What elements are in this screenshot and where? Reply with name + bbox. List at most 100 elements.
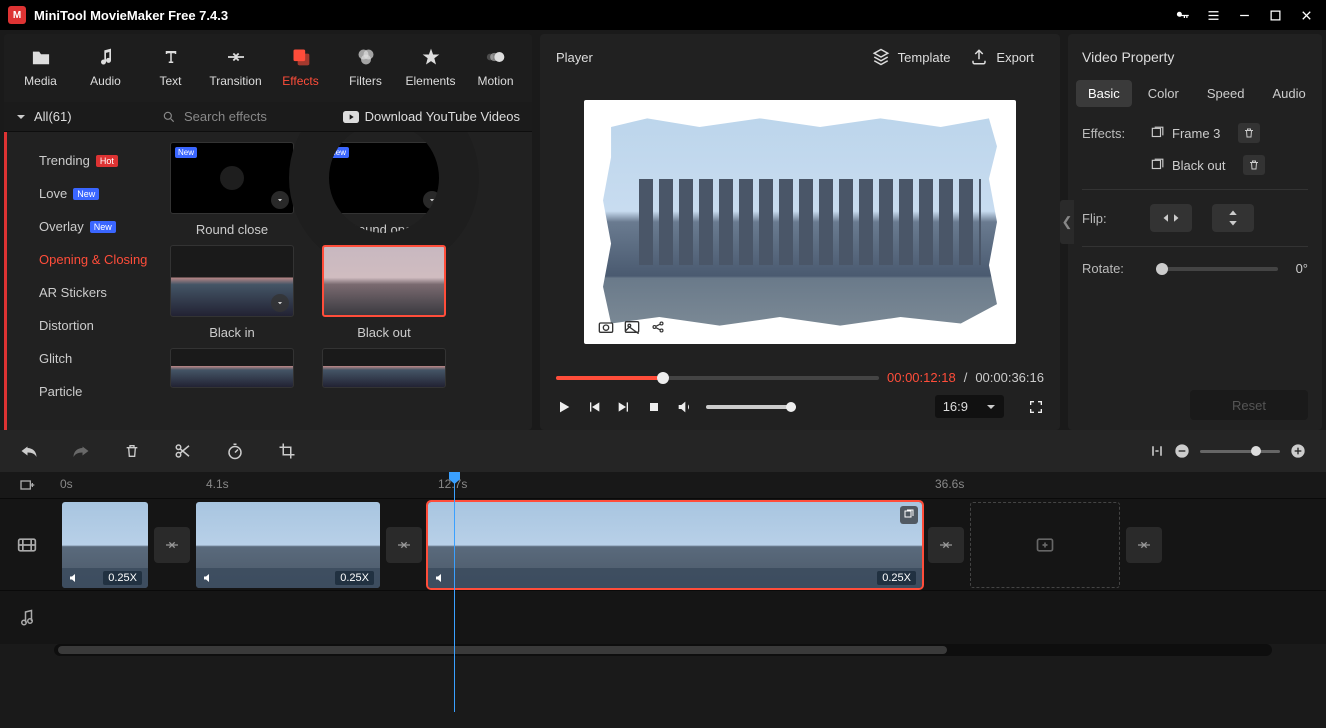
timeline-clip[interactable]: 0.25X bbox=[196, 502, 380, 588]
timeline-ruler[interactable]: 0s4.1s12.7s36.6s bbox=[0, 472, 1326, 498]
camera-icon[interactable] bbox=[598, 320, 614, 334]
prev-button[interactable] bbox=[586, 399, 602, 415]
share-icon[interactable] bbox=[650, 320, 666, 334]
add-media-placeholder[interactable] bbox=[970, 502, 1120, 588]
lib-tab-audio[interactable]: Audio bbox=[73, 42, 138, 102]
effect-thumb[interactable]: New bbox=[322, 142, 446, 214]
clip-volume-icon bbox=[434, 572, 446, 584]
close-icon[interactable] bbox=[1299, 8, 1314, 23]
undo-button[interactable] bbox=[20, 443, 38, 459]
transition-slot[interactable] bbox=[154, 527, 190, 563]
player-viewport: ❮ bbox=[540, 80, 1060, 364]
fit-zoom-icon[interactable] bbox=[1150, 443, 1164, 459]
timeline-clip[interactable]: 0.25X bbox=[428, 502, 922, 588]
effect-thumb[interactable] bbox=[170, 245, 294, 317]
next-button[interactable] bbox=[616, 399, 632, 415]
maximize-icon[interactable] bbox=[1268, 8, 1283, 23]
timeline-panel: 0s4.1s12.7s36.6s 0.25X 0.25X 0.25X bbox=[0, 430, 1326, 722]
category-trending[interactable]: TrendingHot bbox=[15, 144, 154, 177]
flip-horizontal-button[interactable] bbox=[1150, 204, 1192, 232]
prop-tab-color[interactable]: Color bbox=[1136, 80, 1191, 107]
download-icon[interactable] bbox=[271, 191, 289, 209]
category-ar-stickers[interactable]: AR Stickers bbox=[15, 276, 154, 309]
clip-stack-icon[interactable] bbox=[900, 506, 918, 524]
search-placeholder: Search effects bbox=[184, 109, 267, 124]
export-button[interactable]: Export bbox=[960, 48, 1044, 66]
minimize-icon[interactable] bbox=[1237, 8, 1252, 23]
timeline-scrollbar[interactable] bbox=[54, 644, 1272, 656]
template-button[interactable]: Template bbox=[862, 48, 961, 66]
search-input[interactable]: Search effects bbox=[154, 109, 343, 124]
clip-speed: 0.25X bbox=[877, 571, 916, 585]
effect-thumb[interactable] bbox=[322, 245, 446, 317]
effect-thumb[interactable]: New bbox=[170, 142, 294, 214]
fullscreen-button[interactable] bbox=[1028, 399, 1044, 415]
image-icon[interactable] bbox=[624, 320, 640, 334]
lib-tab-text[interactable]: Text bbox=[138, 42, 203, 102]
category-overlay[interactable]: OverlayNew bbox=[15, 210, 154, 243]
add-track-button[interactable] bbox=[0, 477, 54, 493]
seek-bar[interactable] bbox=[556, 376, 879, 380]
download-youtube-link[interactable]: Download YouTube Videos bbox=[343, 109, 532, 124]
download-icon[interactable] bbox=[423, 191, 441, 209]
effect-thumb[interactable] bbox=[322, 348, 446, 388]
split-button[interactable] bbox=[174, 442, 192, 460]
category-glitch[interactable]: Glitch bbox=[15, 342, 154, 375]
volume-icon[interactable] bbox=[676, 399, 692, 415]
thumb-label: Black in bbox=[170, 325, 294, 340]
transition-slot[interactable] bbox=[928, 527, 964, 563]
delete-effect-button[interactable] bbox=[1243, 155, 1265, 175]
speed-button[interactable] bbox=[226, 442, 244, 460]
category-particle[interactable]: Particle bbox=[15, 375, 154, 408]
menu-icon[interactable] bbox=[1206, 8, 1221, 23]
preview-frame[interactable] bbox=[584, 100, 1016, 344]
zoom-slider[interactable] bbox=[1200, 450, 1280, 453]
time-total: 00:00:36:16 bbox=[975, 370, 1044, 385]
zoom-out-button[interactable] bbox=[1174, 443, 1190, 459]
crop-button[interactable] bbox=[278, 442, 296, 460]
prop-tab-basic[interactable]: Basic bbox=[1076, 80, 1132, 107]
category-distortion[interactable]: Distortion bbox=[15, 309, 154, 342]
timeline-clip[interactable]: 0.25X bbox=[62, 502, 148, 588]
effect-entry: Frame 3 bbox=[1150, 123, 1260, 143]
flip-vertical-button[interactable] bbox=[1212, 204, 1254, 232]
stop-button[interactable] bbox=[646, 399, 662, 415]
rotate-slider[interactable] bbox=[1158, 267, 1278, 271]
effects-grid: NewRound closeNewRound openBlack inBlack… bbox=[154, 132, 532, 430]
preview-image bbox=[599, 114, 1001, 330]
transition-slot[interactable] bbox=[1126, 527, 1162, 563]
prop-tab-speed[interactable]: Speed bbox=[1195, 80, 1257, 107]
lib-tab-filters[interactable]: Filters bbox=[333, 42, 398, 102]
category-opening-closing[interactable]: Opening & Closing bbox=[15, 243, 154, 276]
dl-youtube-label: Download YouTube Videos bbox=[365, 109, 520, 124]
play-button[interactable] bbox=[556, 399, 572, 415]
rotate-value: 0° bbox=[1296, 261, 1308, 276]
category-love[interactable]: LoveNew bbox=[15, 177, 154, 210]
aspect-ratio-select[interactable]: 16:9 bbox=[935, 395, 1004, 418]
key-icon[interactable] bbox=[1175, 8, 1190, 23]
playhead[interactable] bbox=[454, 476, 455, 712]
zoom-in-button[interactable] bbox=[1290, 443, 1306, 459]
expand-panel-button[interactable]: ❮ bbox=[1060, 200, 1074, 244]
effects-label: Effects: bbox=[1082, 126, 1140, 141]
video-track: 0.25X 0.25X 0.25X bbox=[0, 498, 1326, 590]
download-icon[interactable] bbox=[271, 294, 289, 312]
delete-effect-button[interactable] bbox=[1238, 123, 1260, 143]
aspect-value: 16:9 bbox=[943, 399, 968, 414]
prop-tab-audio[interactable]: Audio bbox=[1260, 80, 1317, 107]
template-label: Template bbox=[898, 50, 951, 65]
thumb-label: Black out bbox=[322, 325, 446, 340]
transition-slot[interactable] bbox=[386, 527, 422, 563]
effect-thumb[interactable] bbox=[170, 348, 294, 388]
ruler-mark: 4.1s bbox=[206, 477, 229, 491]
lib-tab-media[interactable]: Media bbox=[8, 42, 73, 102]
reset-button[interactable]: Reset bbox=[1190, 390, 1308, 420]
delete-button[interactable] bbox=[124, 442, 140, 460]
all-categories-button[interactable]: All(61) bbox=[4, 109, 154, 124]
redo-button[interactable] bbox=[72, 443, 90, 459]
lib-tab-transition[interactable]: Transition bbox=[203, 42, 268, 102]
lib-tab-motion[interactable]: Motion bbox=[463, 42, 528, 102]
lib-tab-elements[interactable]: Elements bbox=[398, 42, 463, 102]
volume-slider[interactable] bbox=[706, 405, 796, 409]
lib-tab-effects[interactable]: Effects bbox=[268, 42, 333, 102]
